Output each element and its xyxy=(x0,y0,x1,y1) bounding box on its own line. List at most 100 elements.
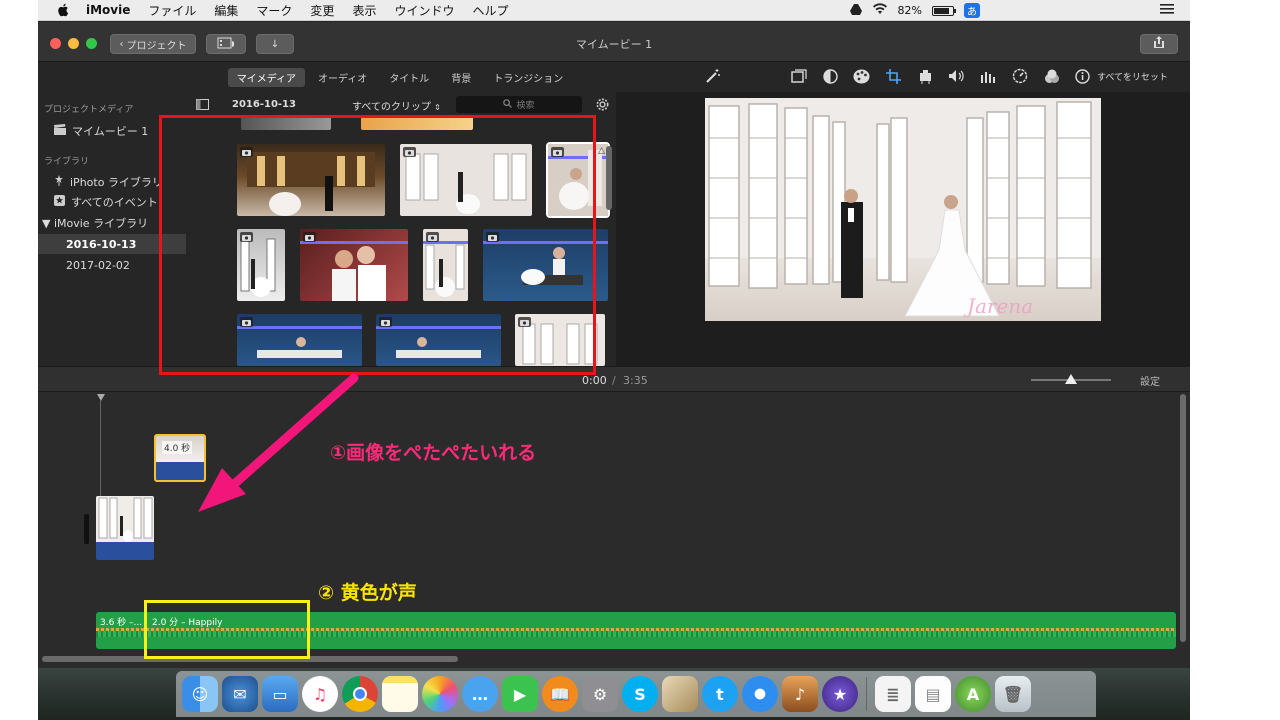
timeline-photo-clip[interactable] xyxy=(96,496,154,560)
dragged-photo-clip[interactable]: 4.0 秒 xyxy=(154,434,206,482)
settings-button[interactable]: 設定 xyxy=(1140,373,1160,388)
menu-app-name[interactable]: iMovie xyxy=(86,3,130,17)
time-separator: / xyxy=(612,374,616,387)
audio-highlight-box xyxy=(144,600,310,659)
search-placeholder: 検索 xyxy=(516,101,535,111)
browser-scrollbar[interactable] xyxy=(606,146,612,210)
tab-transitions[interactable]: トランジション xyxy=(484,68,572,87)
tab-audio[interactable]: オーディオ xyxy=(309,68,376,87)
share-button[interactable] xyxy=(1140,34,1178,54)
battery-icon[interactable] xyxy=(932,5,956,16)
speed-gauge-icon[interactable] xyxy=(1011,67,1029,85)
clapper-icon xyxy=(54,124,66,138)
palette-icon[interactable] xyxy=(852,67,870,85)
tab-my-media[interactable]: マイメディア xyxy=(227,67,305,87)
twitter-icon[interactable]: t xyxy=(702,676,738,712)
step1-annotation: ①画像をぺたぺたいれる xyxy=(330,442,537,464)
messages-icon[interactable]: … xyxy=(462,676,498,712)
magic-wand-icon[interactable] xyxy=(704,67,722,85)
viewer-toolbar: すべてをリセット xyxy=(616,62,1190,90)
tab-titles[interactable]: タイトル xyxy=(380,68,438,87)
sidebar-event-label: 2017-02-02 xyxy=(66,258,130,272)
menu-modify[interactable]: 変更 xyxy=(310,2,334,19)
browser-highlight-box xyxy=(159,115,596,375)
photos-icon[interactable] xyxy=(422,676,458,712)
zoom-slider[interactable] xyxy=(1031,374,1111,384)
music-icon[interactable]: ♫ xyxy=(302,676,338,712)
menu-file[interactable]: ファイル xyxy=(148,2,196,19)
crop-frame-icon[interactable] xyxy=(790,67,808,85)
iphoto-icon xyxy=(54,175,64,189)
file-icon[interactable]: ▤ xyxy=(915,676,951,712)
share-icon xyxy=(1153,36,1165,52)
search-icon xyxy=(503,98,513,111)
event-title: 2016-10-13 xyxy=(232,99,296,110)
clip-trim-handle[interactable] xyxy=(84,514,89,544)
thunderbird-icon[interactable]: ✉ xyxy=(222,676,258,712)
color-balance-icon[interactable] xyxy=(821,67,839,85)
crop-icon[interactable] xyxy=(884,67,902,85)
trash-icon[interactable]: 🗑 xyxy=(995,676,1031,712)
search-input[interactable]: 検索 xyxy=(456,96,582,113)
imovie-icon[interactable]: ★ xyxy=(822,676,858,712)
sidebar-project-label: マイムービー 1 xyxy=(72,125,149,138)
menu-mark[interactable]: マーク xyxy=(256,2,292,19)
menu-view[interactable]: 表示 xyxy=(352,2,376,19)
drive-icon[interactable] xyxy=(849,3,862,18)
wifi-icon[interactable] xyxy=(872,3,888,18)
finder-icon[interactable]: ☺ xyxy=(182,676,218,712)
library-heading: ライブラリ xyxy=(44,157,90,167)
audio-clip-label: 3.6 秒 –... xyxy=(100,618,143,628)
total-time: 3:35 xyxy=(623,374,648,387)
apple-icon[interactable] xyxy=(56,3,70,17)
gear-icon[interactable] xyxy=(594,96,611,116)
menu-edit[interactable]: 編集 xyxy=(214,2,238,19)
safari-icon[interactable]: ✦ xyxy=(742,676,778,712)
preview-watermark: Jarena xyxy=(967,294,1034,318)
zoom-slider-knob[interactable] xyxy=(1065,374,1077,384)
equalizer-icon[interactable] xyxy=(978,67,996,85)
reset-all-button[interactable]: すべてをリセット xyxy=(1097,70,1168,83)
battery-percent: 82% xyxy=(897,4,922,17)
volume-icon[interactable] xyxy=(947,67,965,85)
current-time: 0:00 xyxy=(582,374,607,387)
chevron-updown-icon: ⇕ xyxy=(434,103,441,112)
dock: ☺ ✉ ▭ ♫ … ▶ 📖 ⚙ S t ✦ ♪ ★ ≣ ▤ A 🗑 xyxy=(176,671,1096,717)
tab-backgrounds[interactable]: 背景 xyxy=(442,68,480,87)
sidebar-event-label: 2016-10-13 xyxy=(66,237,137,251)
media-tabs: マイメディア オーディオ タイトル 背景 トランジション xyxy=(186,66,614,88)
list-icon[interactable] xyxy=(1160,4,1174,17)
viewer: Jarena xyxy=(616,92,1190,366)
sidebar-toggle-icon[interactable] xyxy=(196,99,209,113)
stabilization-camera-icon[interactable] xyxy=(916,67,934,85)
clip-filter-select[interactable]: すべてのクリップ ⇕ xyxy=(352,98,441,113)
dock-separator xyxy=(866,677,867,711)
info-icon[interactable] xyxy=(1073,67,1091,85)
sidebar-imovie-library-label: ▼ iMovie ライブラリ xyxy=(42,217,149,230)
menu-window[interactable]: ウインドウ xyxy=(394,2,454,19)
facetime-icon[interactable]: ▶ xyxy=(502,676,538,712)
timeline-vertical-scrollbar[interactable] xyxy=(1180,394,1186,642)
garageband-icon[interactable]: ♪ xyxy=(782,676,818,712)
alert-triangle-icon: △ xyxy=(598,146,605,156)
preview-image[interactable]: Jarena xyxy=(705,98,1101,321)
star-icon xyxy=(54,195,65,209)
photo-clip-duration: 4.0 秒 xyxy=(162,441,193,454)
sidebar-iphoto-label: iPhoto ライブラリ xyxy=(70,176,163,189)
preview-icon[interactable] xyxy=(662,676,698,712)
books-icon[interactable]: 📖 xyxy=(542,676,578,712)
notes-icon[interactable] xyxy=(382,676,418,712)
sidebar-all-events-label: すべてのイベント xyxy=(71,196,158,209)
system-preferences-icon[interactable]: ⚙ xyxy=(582,676,618,712)
playhead-marker[interactable] xyxy=(97,394,105,401)
mission-control-icon[interactable]: ▭ xyxy=(262,676,298,712)
ime-icon[interactable]: あ xyxy=(964,3,980,18)
skype-icon[interactable]: S xyxy=(622,676,658,712)
chrome-icon[interactable] xyxy=(342,676,378,712)
android-studio-icon[interactable]: A xyxy=(955,676,991,712)
title-bar: ‹ プロジェクト ↓ マイムービー 1 xyxy=(38,22,1190,62)
clip-filter-label: すべてのクリップ xyxy=(352,102,431,113)
menu-help[interactable]: ヘルプ xyxy=(472,2,508,19)
filter-circles-icon[interactable] xyxy=(1043,67,1061,85)
document-icon[interactable]: ≣ xyxy=(875,676,911,712)
